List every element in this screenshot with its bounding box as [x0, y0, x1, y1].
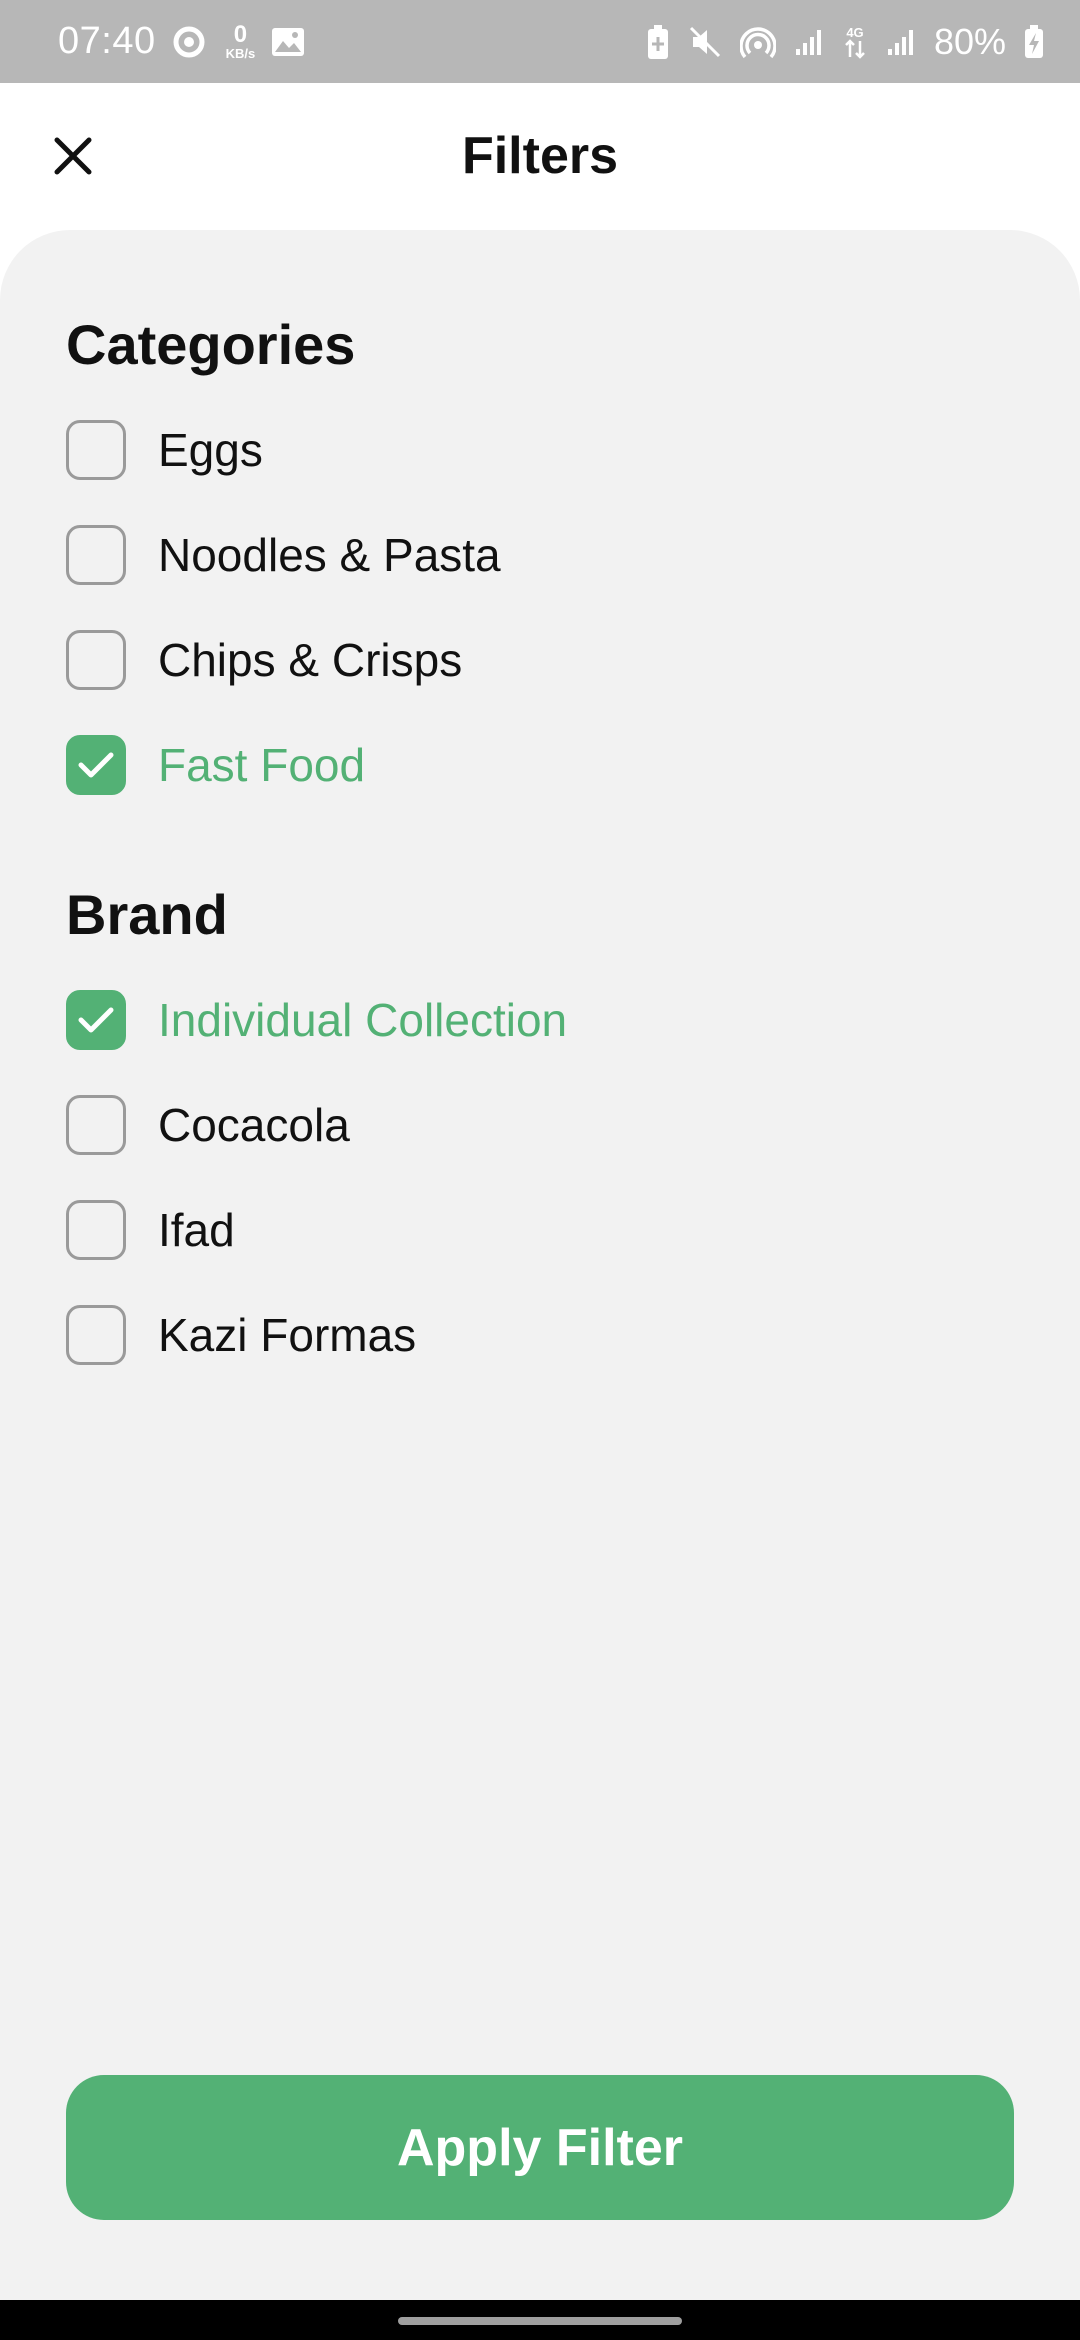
option-label: Ifad	[158, 1204, 235, 1256]
check-icon	[78, 1007, 114, 1033]
option-label: Eggs	[158, 424, 263, 476]
categories-title: Categories	[66, 313, 356, 376]
hotspot-icon	[739, 25, 776, 59]
sync-icon	[172, 25, 206, 59]
check-icon	[78, 752, 114, 778]
checkbox-checked[interactable]	[66, 735, 126, 795]
battery-saver-icon	[646, 24, 670, 60]
page-title: Filters	[461, 127, 619, 185]
checkbox[interactable]	[66, 1095, 126, 1155]
brand-option-individual-collection[interactable]: Individual Collection	[66, 987, 567, 1053]
option-label: Noodles & Pasta	[158, 529, 501, 581]
checkbox[interactable]	[66, 525, 126, 585]
image-icon	[271, 27, 305, 57]
checkbox-checked[interactable]	[66, 990, 126, 1050]
status-right: 4G 80%	[646, 0, 1044, 83]
net-speed-value: 0	[233, 21, 248, 48]
status-bar: 07:40 0 KB/s 4G 80%	[0, 0, 1080, 83]
apply-filter-label: Apply Filter	[396, 2118, 684, 2177]
option-label: Fast Food	[158, 739, 366, 791]
filter-panel: Categories Eggs Noodles & Pasta Chips & …	[0, 230, 1080, 2300]
signal-icon	[794, 27, 824, 57]
brand-option-kazi-formas[interactable]: Kazi Formas	[66, 1302, 416, 1368]
brand-title: Brand	[66, 883, 228, 946]
category-option-fast-food[interactable]: Fast Food	[66, 732, 365, 798]
battery-charging-icon	[1024, 24, 1044, 59]
mute-icon	[688, 25, 722, 59]
navigation-bar	[0, 2300, 1080, 2340]
net-speed-unit: KB/s	[225, 46, 256, 61]
brand-option-cocacola[interactable]: Cocacola	[66, 1092, 350, 1158]
header: Filters	[0, 83, 1080, 230]
status-left: 07:40 0 KB/s	[58, 0, 305, 83]
net-speed: 0 KB/s	[225, 21, 256, 61]
svg-text:4G: 4G	[846, 25, 863, 40]
checkbox[interactable]	[66, 1305, 126, 1365]
checkbox[interactable]	[66, 420, 126, 480]
apply-filter-button[interactable]: Apply Filter	[66, 2075, 1014, 2220]
checkbox[interactable]	[66, 630, 126, 690]
home-indicator[interactable]	[398, 2317, 682, 2325]
category-option-chips-crisps[interactable]: Chips & Crisps	[66, 627, 462, 693]
option-label: Cocacola	[158, 1099, 350, 1151]
category-option-eggs[interactable]: Eggs	[66, 417, 263, 483]
status-time: 07:40	[58, 20, 156, 62]
battery-percent: 80%	[933, 20, 1006, 62]
option-label: Chips & Crisps	[158, 634, 463, 686]
signal-icon	[886, 27, 916, 57]
checkbox[interactable]	[66, 1200, 126, 1260]
option-label: Individual Collection	[158, 994, 568, 1046]
category-option-noodles-pasta[interactable]: Noodles & Pasta	[66, 522, 501, 588]
brand-option-ifad[interactable]: Ifad	[66, 1197, 235, 1263]
4g-data-icon: 4G	[842, 24, 868, 60]
option-label: Kazi Formas	[158, 1309, 417, 1361]
